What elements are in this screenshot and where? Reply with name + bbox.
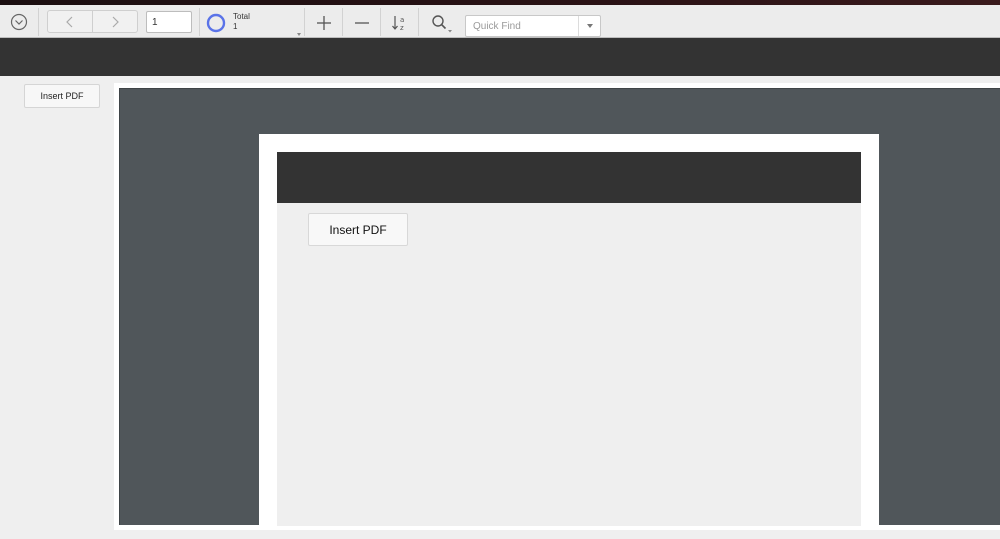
toolbar: Total 1 a z bbox=[0, 5, 1000, 38]
menu-button[interactable] bbox=[6, 9, 32, 35]
preview-page: Insert PDF bbox=[259, 134, 879, 526]
progress-count: 1 bbox=[233, 22, 238, 31]
next-page-button[interactable] bbox=[92, 11, 137, 32]
progress-indicator bbox=[205, 12, 227, 34]
chevron-left-icon bbox=[66, 16, 73, 27]
search-button[interactable] bbox=[426, 10, 456, 36]
toolbar-separator bbox=[342, 8, 343, 36]
preview-panel: Insert PDF bbox=[114, 83, 1000, 530]
zoom-out-button[interactable] bbox=[349, 10, 375, 36]
toolbar-separator bbox=[304, 8, 305, 36]
toolbar-separator bbox=[380, 8, 381, 36]
preview-header-bar bbox=[277, 152, 861, 203]
minus-icon bbox=[355, 22, 369, 24]
svg-text:z: z bbox=[400, 24, 404, 32]
magnifier-icon bbox=[432, 15, 452, 33]
preview-canvas: Insert PDF bbox=[119, 88, 1000, 526]
toolbar-separator bbox=[199, 8, 200, 36]
progress-dropdown-caret-icon[interactable] bbox=[297, 33, 301, 36]
chevron-right-icon bbox=[112, 16, 119, 27]
quick-find-input[interactable] bbox=[466, 16, 578, 36]
toolbar-separator bbox=[418, 8, 419, 36]
insert-pdf-button[interactable]: Insert PDF bbox=[24, 84, 100, 108]
triangle-down-icon bbox=[586, 24, 593, 28]
preview-page-content: Insert PDF bbox=[277, 152, 861, 526]
toolbar-separator bbox=[38, 8, 39, 36]
previous-page-button[interactable] bbox=[48, 11, 92, 32]
page-navigation bbox=[47, 10, 138, 33]
progress-ring-icon bbox=[206, 13, 226, 33]
quick-find bbox=[465, 15, 601, 37]
header-bar bbox=[0, 38, 1000, 76]
plus-icon bbox=[317, 16, 331, 30]
page-number-input[interactable] bbox=[146, 11, 192, 33]
progress-title: Total bbox=[233, 12, 250, 21]
svg-text:a: a bbox=[400, 16, 404, 24]
sort-az-icon: a z bbox=[392, 16, 404, 32]
zoom-in-button[interactable] bbox=[311, 10, 337, 36]
preview-insert-pdf-button[interactable]: Insert PDF bbox=[308, 213, 408, 246]
sort-button[interactable]: a z bbox=[387, 10, 413, 36]
chevron-down-circle-icon bbox=[10, 13, 28, 31]
quick-find-dropdown-button[interactable] bbox=[578, 16, 600, 36]
